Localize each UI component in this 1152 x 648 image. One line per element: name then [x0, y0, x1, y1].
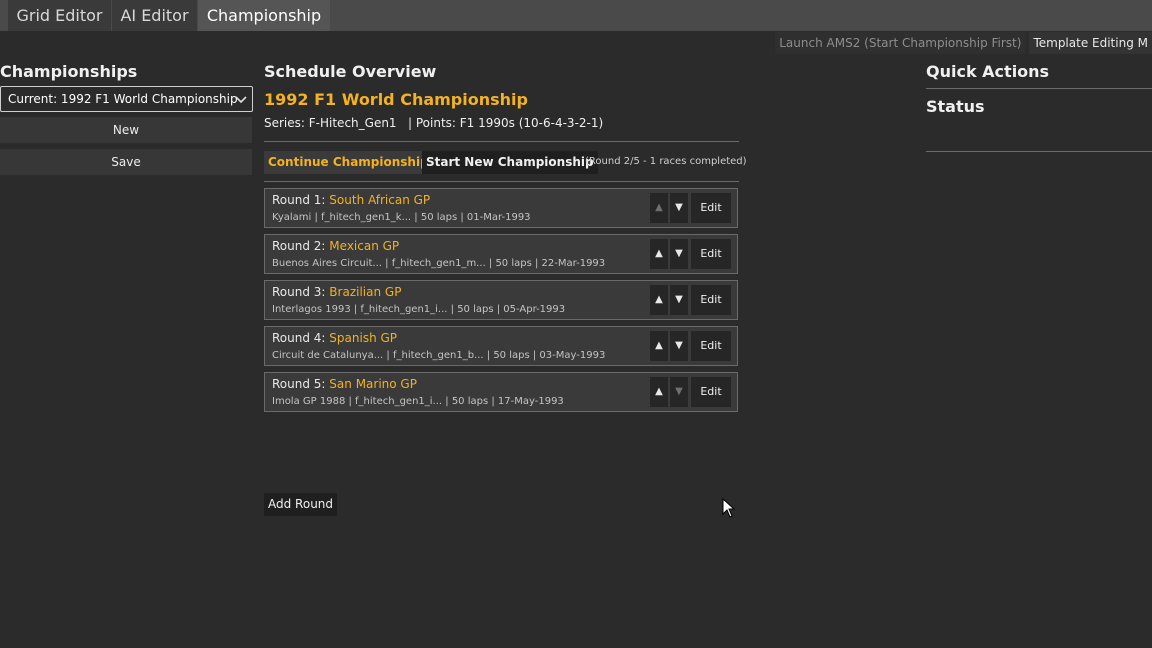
move-up-button[interactable]: ▲ [650, 377, 668, 407]
round-number: Round 4: [272, 331, 326, 345]
round-status-text: (Round 2/5 - 1 races completed) [585, 156, 747, 167]
move-down-button[interactable]: ▼ [670, 193, 688, 223]
status-heading: Status [926, 97, 985, 116]
round-number: Round 2: [272, 239, 326, 253]
move-down-button[interactable]: ▼ [670, 285, 688, 315]
round-title: Round 4: Spanish GP [272, 331, 397, 345]
tab-bar: Grid Editor AI Editor Championship [0, 0, 1152, 31]
tab-ai-editor[interactable]: AI Editor [112, 0, 197, 31]
round-row: Round 1: South African GP Kyalami | f_hi… [264, 188, 738, 228]
championships-heading: Championships [0, 62, 138, 81]
move-up-button[interactable]: ▲ [650, 331, 668, 361]
edit-round-button[interactable]: Edit [691, 239, 731, 269]
round-details: Imola GP 1988 | f_hitech_gen1_i... | 50 … [272, 396, 564, 407]
round-name: San Marino GP [329, 377, 417, 391]
round-details: Circuit de Catalunya... | f_hitech_gen1_… [272, 350, 606, 361]
round-details: Kyalami | f_hitech_gen1_k... | 50 laps |… [272, 212, 531, 223]
edit-round-button[interactable]: Edit [691, 285, 731, 315]
save-championship-button[interactable]: Save [0, 149, 252, 175]
move-down-button[interactable]: ▼ [670, 331, 688, 361]
new-championship-button[interactable]: New [0, 117, 252, 143]
continue-championship-button[interactable]: Continue Championship [264, 151, 433, 174]
top-actions: Launch AMS2 (Start Championship First) T… [771, 32, 1152, 54]
round-number: Round 3: [272, 285, 326, 299]
championship-select-value: Current: 1992 F1 World Championship [8, 92, 238, 106]
tab-championship[interactable]: Championship [198, 0, 330, 31]
championship-select[interactable]: Current: 1992 F1 World Championship [0, 86, 253, 112]
round-row: Round 3: Brazilian GP Interlagos 1993 | … [264, 280, 738, 320]
launch-ams2-button[interactable]: Launch AMS2 (Start Championship First) [775, 32, 1026, 54]
round-details: Interlagos 1993 | f_hitech_gen1_i... | 5… [272, 304, 566, 315]
start-new-championship-button[interactable]: Start New Championship [422, 151, 598, 174]
edit-round-button[interactable]: Edit [691, 193, 731, 223]
round-number: Round 5: [272, 377, 326, 391]
round-title: Round 1: South African GP [272, 193, 430, 207]
series-points-info: Series: F-Hitech_Gen1 | Points: F1 1990s… [264, 116, 604, 130]
round-row: Round 4: Spanish GP Circuit de Catalunya… [264, 326, 738, 366]
championship-name: 1992 F1 World Championship [264, 90, 528, 109]
round-row: Round 5: San Marino GP Imola GP 1988 | f… [264, 372, 738, 412]
move-up-button[interactable]: ▲ [650, 239, 668, 269]
round-row: Round 2: Mexican GP Buenos Aires Circuit… [264, 234, 738, 274]
add-round-button[interactable]: Add Round [264, 493, 338, 516]
schedule-overview-heading: Schedule Overview [264, 62, 437, 81]
edit-round-button[interactable]: Edit [691, 377, 731, 407]
round-name: South African GP [329, 193, 431, 207]
round-title: Round 2: Mexican GP [272, 239, 399, 253]
round-number: Round 1: [272, 193, 326, 207]
mouse-cursor-icon [722, 498, 736, 518]
round-name: Brazilian GP [329, 285, 402, 299]
move-up-button[interactable]: ▲ [650, 285, 668, 315]
divider [264, 181, 739, 182]
template-editing-button[interactable]: Template Editing M [1029, 32, 1152, 54]
divider [264, 141, 739, 142]
move-up-button[interactable]: ▲ [650, 193, 668, 223]
edit-round-button[interactable]: Edit [691, 331, 731, 361]
round-name: Mexican GP [329, 239, 400, 253]
tab-grid-editor[interactable]: Grid Editor [8, 0, 111, 31]
divider [926, 151, 1152, 152]
quick-actions-heading: Quick Actions [926, 62, 1050, 81]
chevron-down-icon [235, 96, 247, 104]
round-name: Spanish GP [329, 331, 398, 345]
round-details: Buenos Aires Circuit... | f_hitech_gen1_… [272, 258, 606, 269]
move-down-button[interactable]: ▼ [670, 377, 688, 407]
move-down-button[interactable]: ▼ [670, 239, 688, 269]
divider [926, 88, 1152, 89]
round-title: Round 3: Brazilian GP [272, 285, 401, 299]
round-title: Round 5: San Marino GP [272, 377, 417, 391]
